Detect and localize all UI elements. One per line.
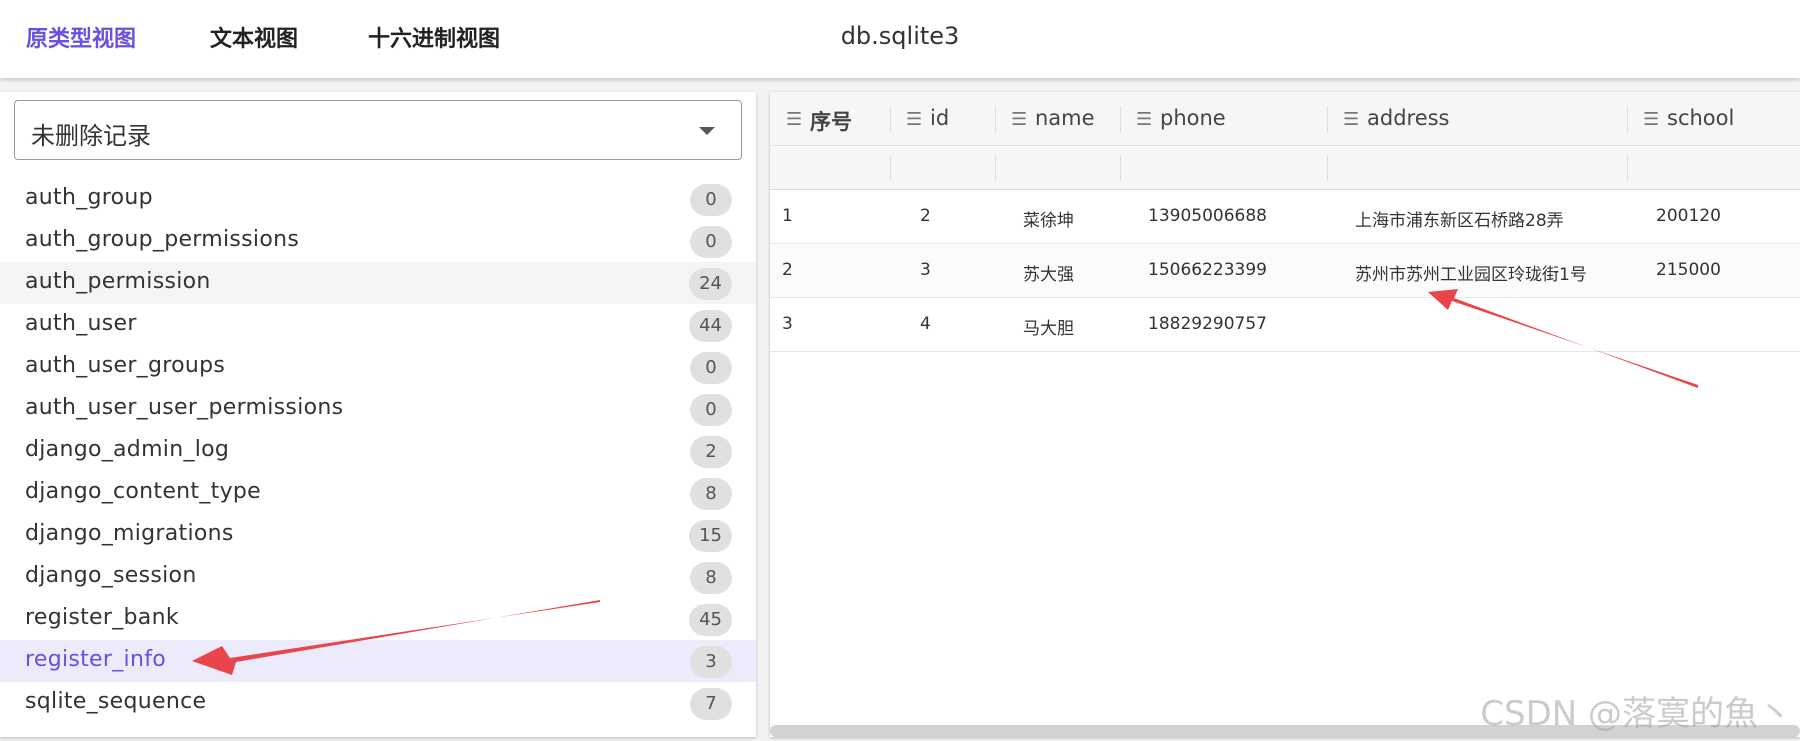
cell-phone: 15066223399 — [1148, 260, 1267, 280]
cell-address: 上海市浦东新区石桥路28弄 — [1355, 211, 1564, 231]
record-count-badge: 2 — [690, 436, 732, 468]
table-item-label: django_content_type — [25, 479, 262, 504]
column-header-label: id — [930, 106, 950, 130]
filter-divider — [1327, 156, 1328, 180]
tab-text-view[interactable]: 文本视图 — [210, 21, 298, 53]
record-count-badge: 8 — [690, 562, 732, 594]
table-item-label: django_migrations — [25, 521, 234, 546]
table-item-register-bank[interactable]: register_bank 45 — [0, 598, 756, 640]
record-count-badge: 45 — [689, 604, 732, 636]
column-header-label: address — [1367, 106, 1450, 130]
record-count-badge: 44 — [689, 310, 732, 342]
record-count-badge: 0 — [690, 352, 732, 384]
table-item-label: register_bank — [25, 605, 179, 630]
table-item-django-admin-log[interactable]: django_admin_log 2 — [0, 430, 756, 472]
list-icon: ☰ — [1643, 109, 1660, 130]
table-item-django-session[interactable]: django_session 8 — [0, 556, 756, 598]
list-icon: ☰ — [1011, 109, 1028, 130]
column-divider[interactable] — [995, 106, 996, 132]
cell-name: 马大胆 — [1023, 319, 1074, 339]
filter-divider — [995, 156, 996, 180]
record-filter-value: 未删除记录 — [31, 122, 151, 150]
column-header-address[interactable]: ☰ address — [1327, 92, 1627, 146]
column-header-index[interactable]: ☰ 序号 — [770, 92, 890, 146]
filter-divider — [890, 156, 891, 180]
cell-school: 215000 — [1656, 260, 1721, 280]
cell-name: 菜徐坤 — [1023, 211, 1074, 231]
record-count-badge: 0 — [690, 184, 732, 216]
data-grid-panel: ☰ 序号 ☰ id ☰ name ☰ phone ☰ address ☰ sch… — [770, 92, 1800, 737]
table-item-label: auth_group — [25, 185, 153, 210]
table-item-auth-user-groups[interactable]: auth_user_groups 0 — [0, 346, 756, 388]
table-list-panel: 未删除记录 auth_group 0 auth_group_permission… — [0, 92, 756, 737]
table-item-label: auth_user_user_permissions — [25, 395, 344, 420]
cell-phone: 18829290757 — [1148, 314, 1267, 334]
tab-raw-type-view[interactable]: 原类型视图 — [26, 21, 136, 53]
cell-name: 苏大强 — [1023, 265, 1074, 285]
column-header-name[interactable]: ☰ name — [995, 92, 1120, 146]
record-count-badge: 3 — [690, 646, 732, 678]
table-item-django-content-type[interactable]: django_content_type 8 — [0, 472, 756, 514]
table-row[interactable]: 3 4 马大胆 18829290757 — [770, 298, 1800, 352]
table-item-label: register_info — [25, 647, 167, 672]
record-count-badge: 0 — [690, 394, 732, 426]
column-header-phone[interactable]: ☰ phone — [1120, 92, 1327, 146]
column-header-label: name — [1035, 106, 1095, 130]
cell-id: 4 — [920, 314, 931, 334]
column-header-label: phone — [1160, 106, 1226, 130]
table-item-label: auth_user — [25, 311, 137, 336]
tab-hex-view[interactable]: 十六进制视图 — [368, 21, 500, 53]
record-filter-select[interactable]: 未删除记录 — [14, 100, 742, 160]
column-header-school[interactable]: ☰ school — [1627, 92, 1800, 146]
column-divider[interactable] — [1120, 106, 1121, 132]
list-icon: ☰ — [786, 109, 803, 130]
cell-address: 苏州市苏州工业园区玲珑街1号 — [1355, 265, 1587, 285]
table-item-label: auth_user_groups — [25, 353, 226, 378]
cell-index: 2 — [782, 260, 793, 280]
cell-school: 200120 — [1656, 206, 1721, 226]
list-icon: ☰ — [1343, 109, 1360, 130]
grid-header-row: ☰ 序号 ☰ id ☰ name ☰ phone ☰ address ☰ sch… — [770, 92, 1800, 146]
table-row[interactable]: 2 3 苏大强 15066223399 苏州市苏州工业园区玲珑街1号 21500… — [770, 244, 1800, 298]
table-row[interactable]: 1 2 菜徐坤 13905006688 上海市浦东新区石桥路28弄 200120 — [770, 190, 1800, 244]
cell-id: 3 — [920, 260, 931, 280]
filter-divider — [1627, 156, 1628, 180]
table-item-label: auth_permission — [25, 269, 211, 294]
table-item-label: sqlite_sequence — [25, 689, 207, 714]
table-item-label: django_session — [25, 563, 197, 588]
column-divider[interactable] — [1327, 106, 1328, 132]
table-item-auth-group-permissions[interactable]: auth_group_permissions 0 — [0, 220, 756, 262]
list-icon: ☰ — [906, 109, 923, 130]
column-header-id[interactable]: ☰ id — [890, 92, 995, 146]
record-count-badge: 0 — [690, 226, 732, 258]
table-item-label: auth_group_permissions — [25, 227, 300, 252]
table-list: auth_group 0 auth_group_permissions 0 au… — [0, 178, 756, 724]
table-item-sqlite-sequence[interactable]: sqlite_sequence 7 — [0, 682, 756, 724]
column-header-label: school — [1667, 106, 1735, 130]
table-item-auth-permission[interactable]: auth_permission 24 — [0, 262, 756, 304]
table-item-label: django_admin_log — [25, 437, 230, 462]
table-item-auth-user-user-permissions[interactable]: auth_user_user_permissions 0 — [0, 388, 756, 430]
cell-phone: 13905006688 — [1148, 206, 1267, 226]
record-count-badge: 8 — [690, 478, 732, 510]
cell-index: 3 — [782, 314, 793, 334]
record-count-badge: 7 — [690, 688, 732, 720]
table-item-django-migrations[interactable]: django_migrations 15 — [0, 514, 756, 556]
filter-divider — [1120, 156, 1121, 180]
table-item-auth-group[interactable]: auth_group 0 — [0, 178, 756, 220]
column-divider[interactable] — [1627, 106, 1628, 132]
chevron-down-icon — [699, 127, 715, 135]
cell-id: 2 — [920, 206, 931, 226]
table-item-auth-user[interactable]: auth_user 44 — [0, 304, 756, 346]
top-bar: 原类型视图 文本视图 十六进制视图 db.sqlite3 — [0, 0, 1800, 78]
cell-index: 1 — [782, 206, 793, 226]
horizontal-scrollbar[interactable] — [770, 725, 1800, 737]
record-count-badge: 15 — [689, 520, 732, 552]
column-divider[interactable] — [890, 106, 891, 132]
table-item-register-info[interactable]: register_info 3 — [0, 640, 756, 682]
list-icon: ☰ — [1136, 109, 1153, 130]
column-header-label: 序号 — [810, 110, 852, 134]
record-count-badge: 24 — [689, 268, 732, 300]
grid-filter-row[interactable] — [770, 146, 1800, 190]
